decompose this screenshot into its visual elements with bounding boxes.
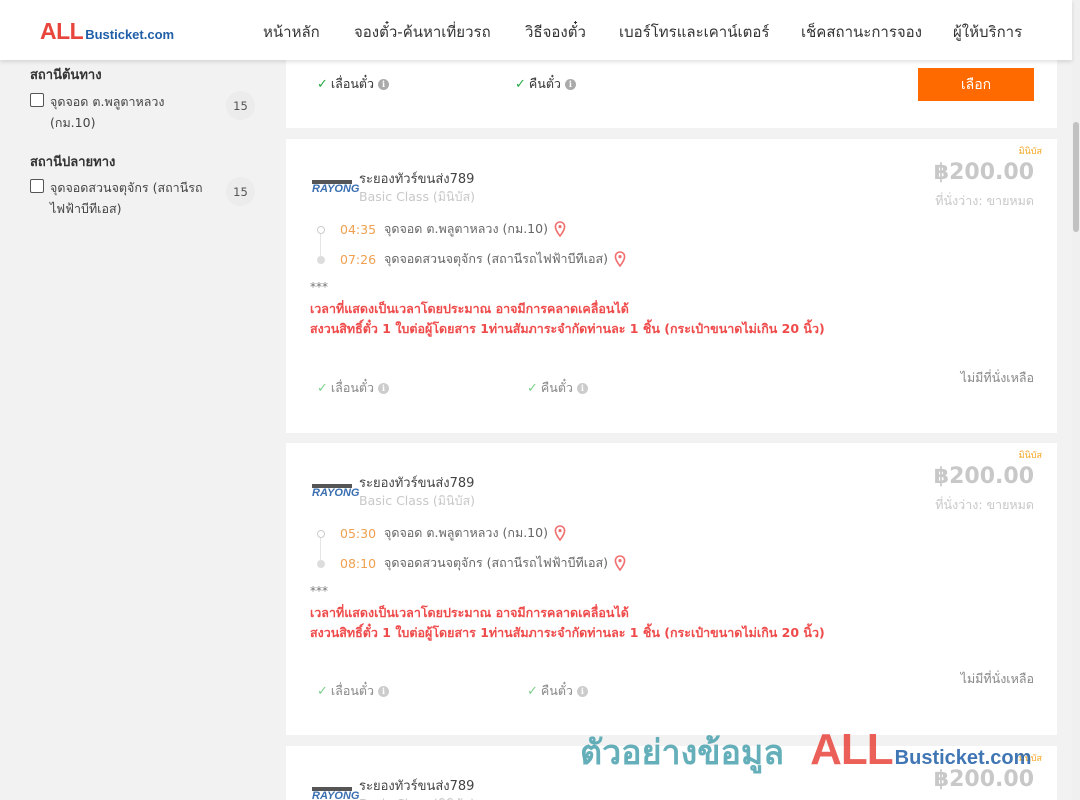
departure-stop: 05:30 จุดจอด ต.พลูตาหลวง (กม.10) <box>340 523 566 543</box>
bus-class: Basic Class (มินิบัส) <box>359 794 475 800</box>
ticket-price: ฿200.00 <box>933 464 1034 489</box>
bus-type-tag: มินิบัส <box>1018 147 1042 157</box>
reschedule-option[interactable]: ✓ เลื่อนตั๋ว i <box>317 681 390 701</box>
map-pin-icon[interactable] <box>614 251 626 267</box>
arrival-stop: 08:10 จุดจอดสวนจตุจักร (สถานีรถไฟฟ้าบีที… <box>340 553 626 573</box>
origin-count-badge: 15 <box>226 91 255 120</box>
reschedule-label: เลื่อนตั๋ว <box>330 76 375 91</box>
origin-checkbox[interactable] <box>30 93 44 107</box>
nav-how-to-book[interactable]: วิธีจองตั๋ว <box>525 20 586 44</box>
trip-card-partial: ✓ เลื่อนตั๋ว i ✓ คืนตั๋ว i เลือก <box>286 60 1057 128</box>
arrival-time: 08:10 <box>340 555 377 571</box>
departure-time: 05:30 <box>340 525 377 541</box>
site-logo[interactable]: ALL Busticket.com <box>40 18 174 45</box>
nav-check-booking[interactable]: เช็คสถานะการจอง <box>801 20 922 44</box>
info-icon[interactable]: i <box>576 685 588 697</box>
check-icon: ✓ <box>317 380 328 396</box>
check-icon: ✓ <box>527 683 538 699</box>
trip-card: มินิบัส RAYONG ระยองทัวร์ขนส่ง789 Basic … <box>286 443 1057 735</box>
check-icon: ✓ <box>317 683 328 699</box>
watermark-logo-all: ALL <box>810 725 894 774</box>
bus-class: Basic Class (มินิบัส) <box>359 493 476 508</box>
seat-availability: ที่นั่งว่าง: ขายหมด <box>935 193 1034 208</box>
no-seats-left: ไม่มีที่นั่งเหลือ <box>960 370 1034 385</box>
no-seats-left: ไม่มีที่นั่งเหลือ <box>960 671 1034 686</box>
dest-checkbox[interactable] <box>30 179 44 193</box>
check-icon: ✓ <box>527 380 538 396</box>
departure-stop-name: จุดจอด ต.พลูตาหลวง (กม.10) <box>384 525 548 540</box>
refund-option[interactable]: ✓ คืนตั๋ว i <box>515 74 576 94</box>
info-icon[interactable]: i <box>378 382 390 394</box>
reschedule-label: เลื่อนตั๋ว <box>330 683 375 698</box>
operator-name: ระยองทัวร์ขนส่ง789 <box>359 476 475 491</box>
nav-contacts-counters[interactable]: เบอร์โทรและเคาน์เตอร์ <box>619 20 769 44</box>
map-pin-icon[interactable] <box>554 221 566 237</box>
dest-count-badge: 15 <box>226 177 255 206</box>
info-icon[interactable]: i <box>378 78 390 90</box>
reschedule-option[interactable]: ✓ เลื่อนตั๋ว i <box>317 74 390 94</box>
operator-name: ระยองทัวร์ขนส่ง789 <box>359 172 475 187</box>
time-notice: เวลาที่แสดงเป็นเวลาโดยประมาณ อาจมีการคลา… <box>310 605 629 620</box>
select-trip-button[interactable]: เลือก <box>918 68 1034 101</box>
trip-card: มินิบัส RAYONG ระยองทัวร์ขนส่ง789 Basic … <box>286 139 1057 433</box>
time-notice: เวลาที่แสดงเป็นเวลาโดยประมาณ อาจมีการคลา… <box>310 301 629 316</box>
destination-dot-icon <box>317 256 325 264</box>
arrival-stop-name: จุดจอดสวนจตุจักร (สถานีรถไฟฟ้าบีทีเอส) <box>384 555 609 570</box>
bus-class: Basic Class (มินิบัส) <box>359 189 476 204</box>
departure-stop: 04:35 จุดจอด ต.พลูตาหลวง (กม.10) <box>340 219 566 239</box>
operator-logo-text: RAYONG <box>312 790 360 800</box>
top-header: ALL Busticket.com หน้าหลัก จองตั๋ว-ค้นหา… <box>0 0 1072 60</box>
nav-operators[interactable]: ผู้ให้บริการ <box>953 20 1022 44</box>
origin-filter-title: สถานีต้นทาง <box>30 68 102 83</box>
refund-label: คืนตั๋ว <box>540 683 573 698</box>
refund-label: คืนตั๋ว <box>540 380 573 395</box>
check-icon: ✓ <box>515 76 526 92</box>
origin-filter-label[interactable]: จุดจอด ต.พลูตาหลวง (กม.10) <box>50 91 210 133</box>
scrollbar-thumb[interactable] <box>1073 122 1079 232</box>
operator-name: ระยองทัวร์ขนส่ง789 <box>359 779 475 794</box>
arrival-stop-name: จุดจอดสวนจตุจักร (สถานีรถไฟฟ้าบีทีเอส) <box>384 251 609 266</box>
reschedule-option[interactable]: ✓ เลื่อนตั๋ว i <box>317 378 390 398</box>
refund-label: คืนตั๋ว <box>528 76 561 91</box>
operator-logo: RAYONG <box>312 484 359 499</box>
watermark-logo-domain: Busticket.com <box>894 747 1032 769</box>
arrival-time: 07:26 <box>340 251 377 267</box>
note-stars: *** <box>310 280 328 294</box>
bus-type-tag: มินิบัส <box>1018 451 1042 461</box>
check-icon: ✓ <box>317 76 328 92</box>
arrival-stop: 07:26 จุดจอดสวนจตุจักร (สถานีรถไฟฟ้าบีที… <box>340 249 626 269</box>
watermark-text: ตัวอย่างข้อมูล <box>580 733 785 773</box>
note-stars: *** <box>310 584 328 598</box>
logo-domain-text: Busticket.com <box>85 27 175 42</box>
operator-logo-text: RAYONG <box>312 183 360 195</box>
origin-dot-icon <box>317 226 325 234</box>
nav-book-search[interactable]: จองตั๋ว-ค้นหาเที่ยวรถ <box>354 20 491 44</box>
dest-filter-label[interactable]: จุดจอดสวนจตุจักร (สถานีรถไฟฟ้าบีทีเอส) <box>50 177 210 219</box>
ticket-price: ฿200.00 <box>933 160 1034 185</box>
map-pin-icon[interactable] <box>554 525 566 541</box>
refund-option[interactable]: ✓ คืนตั๋ว i <box>527 378 588 398</box>
seat-availability: ที่นั่งว่าง: ขายหมด <box>935 497 1034 512</box>
page-scrollbar[interactable] <box>1072 0 1080 800</box>
operator-logo-text: RAYONG <box>312 487 360 499</box>
luggage-notice: สงวนสิทธิ์ตั๋ว 1 ใบต่อผู้โดยสาร 1ท่านสัม… <box>310 321 825 336</box>
info-icon[interactable]: i <box>576 382 588 394</box>
departure-stop-name: จุดจอด ต.พลูตาหลวง (กม.10) <box>384 221 548 236</box>
departure-time: 04:35 <box>340 221 377 237</box>
info-icon[interactable]: i <box>378 685 390 697</box>
operator-logo: RAYONG <box>312 787 359 800</box>
map-pin-icon[interactable] <box>614 555 626 571</box>
dest-filter-title: สถานีปลายทาง <box>30 155 116 170</box>
logo-all-text: ALL <box>40 18 84 44</box>
destination-dot-icon <box>317 560 325 568</box>
reschedule-label: เลื่อนตั๋ว <box>330 380 375 395</box>
nav-home[interactable]: หน้าหลัก <box>263 20 320 44</box>
operator-logo: RAYONG <box>312 180 359 195</box>
sample-data-watermark: ตัวอย่างข้อมูล ALL Busticket.com <box>580 725 1031 779</box>
refund-option[interactable]: ✓ คืนตั๋ว i <box>527 681 588 701</box>
luggage-notice: สงวนสิทธิ์ตั๋ว 1 ใบต่อผู้โดยสาร 1ท่านสัม… <box>310 625 825 640</box>
info-icon[interactable]: i <box>564 78 576 90</box>
origin-dot-icon <box>317 530 325 538</box>
